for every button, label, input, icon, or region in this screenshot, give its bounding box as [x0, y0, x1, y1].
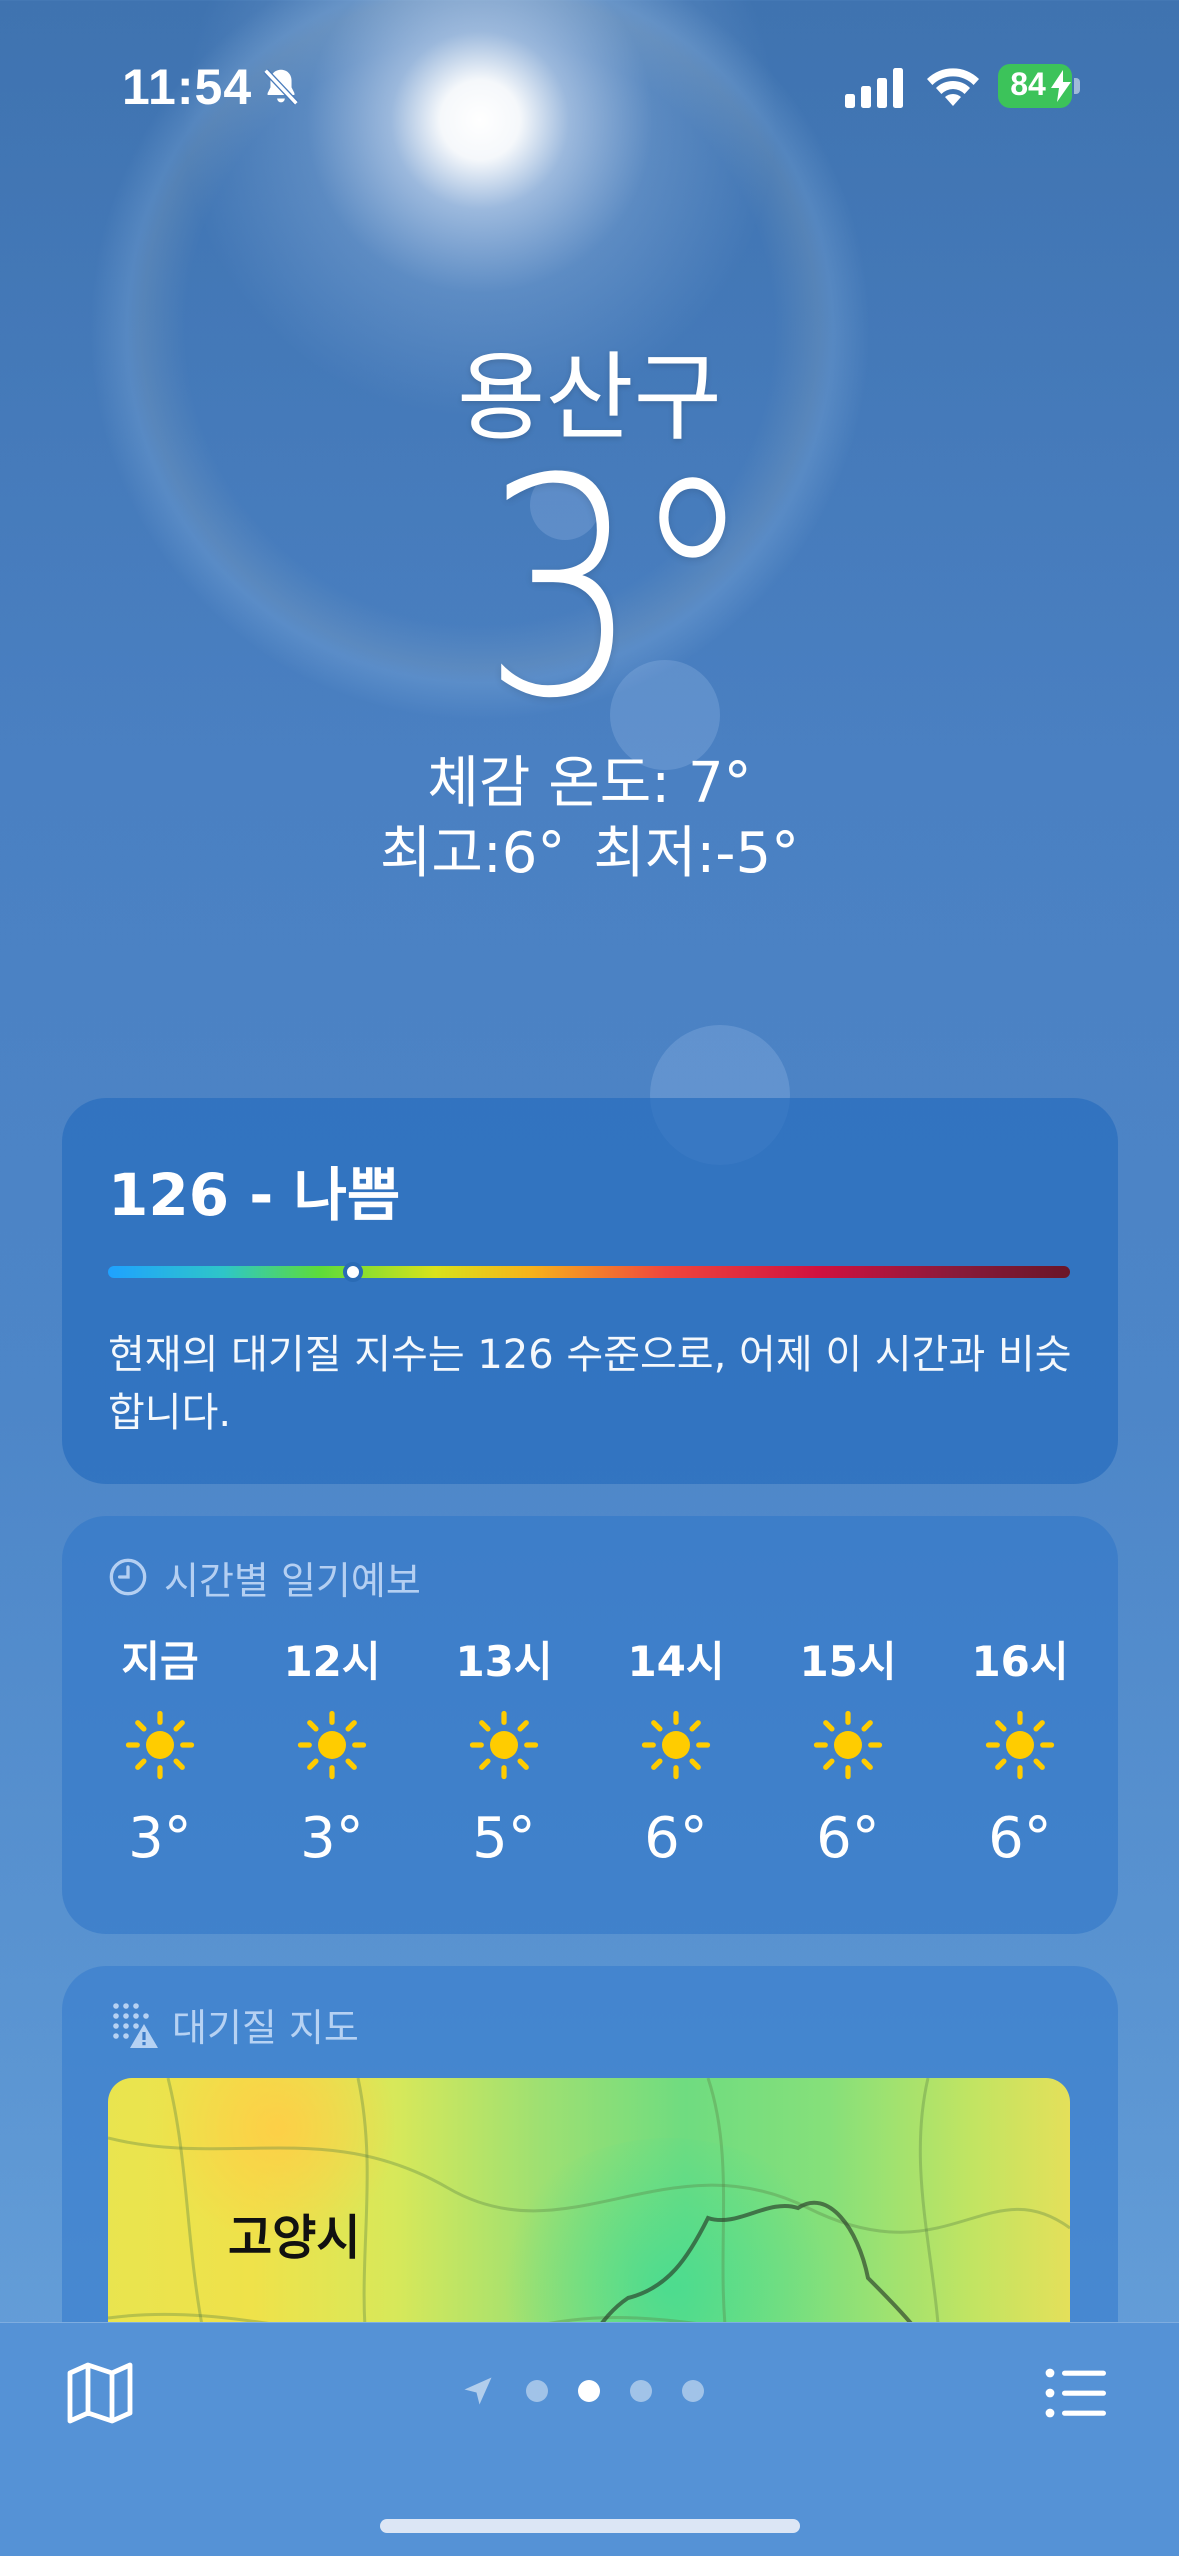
page-dot[interactable]	[578, 2380, 600, 2402]
hour-temp: 6°	[644, 1806, 708, 1871]
hourly-item: 16시 6°	[940, 1628, 1100, 1871]
hour-temp: 6°	[816, 1806, 880, 1871]
hourly-list[interactable]: 지금 3° 12시 3° 13시 5° 14시 6° 15시 6° 16시 6°	[80, 1628, 1100, 1871]
hour-label: 13시	[455, 1637, 553, 1686]
list-icon[interactable]	[1040, 2357, 1112, 2429]
hour-temp: 6°	[988, 1806, 1052, 1871]
hourly-item: 12시 3°	[252, 1628, 412, 1871]
sun-icon	[641, 1710, 711, 1780]
sun-icon	[813, 1710, 883, 1780]
hourly-item: 지금 3°	[80, 1628, 240, 1871]
page-dot[interactable]	[682, 2380, 704, 2402]
hourly-item: 14시 6°	[596, 1628, 756, 1871]
sun-icon	[469, 1710, 539, 1780]
wifi-icon	[927, 68, 979, 106]
map-icon[interactable]	[64, 2357, 136, 2429]
page-dot[interactable]	[526, 2380, 548, 2402]
air-quality-indicator	[343, 1262, 364, 1282]
hour-label: 14시	[627, 1637, 725, 1686]
status-bar: 11:54 84	[0, 58, 1179, 118]
hour-temp: 5°	[472, 1806, 536, 1871]
battery-level: 84	[1010, 66, 1046, 102]
hour-label: 16시	[971, 1637, 1069, 1686]
hour-label: 15시	[799, 1637, 897, 1686]
map-header: 대기질 지도	[108, 1998, 359, 2050]
hour-label: 12시	[283, 1637, 381, 1686]
map-header-label: 대기질 지도	[172, 2005, 359, 2050]
hourly-forecast-card[interactable]: 시간별 일기예보 지금 3° 12시 3° 13시 5° 14시 6° 15시 6° 16시 6°	[62, 1516, 1118, 1934]
feels-like: 체감 온도: 7°	[427, 751, 752, 816]
air-quality-title: 126 - 나쁨	[108, 1161, 401, 1229]
cellular-signal-icon	[845, 68, 903, 108]
hour-label: 지금	[121, 1637, 199, 1686]
hourly-header: 시간별 일기예보	[108, 1552, 421, 1603]
current-temperature: 3°	[482, 415, 754, 764]
hourly-item: 13시 5°	[424, 1628, 584, 1871]
high-low: 최고:6° 최저:-5°	[0, 808, 1179, 889]
battery-charging-icon: 84	[998, 64, 1082, 110]
hour-temp: 3°	[128, 1806, 192, 1871]
sun-icon	[985, 1710, 1055, 1780]
air-quality-scale	[108, 1262, 1070, 1282]
home-indicator	[380, 2519, 800, 2533]
sun-icon	[125, 1710, 195, 1780]
high-temp: 최고:6°	[379, 821, 566, 886]
hourly-header-label: 시간별 일기예보	[164, 1558, 421, 1603]
air-quality-warning-icon	[113, 2003, 158, 2048]
status-time: 11:54	[122, 59, 253, 115]
page-indicator[interactable]	[460, 2373, 704, 2409]
air-quality-card[interactable]: 126 - 나쁨 현재의 대기질 지수는 126 수준으로, 어제 이 시간과 …	[62, 1098, 1118, 1484]
map-city-label: 고양시	[228, 2210, 361, 2266]
page-dot[interactable]	[630, 2380, 652, 2402]
location-arrow-icon[interactable]	[460, 2373, 496, 2409]
hour-temp: 3°	[300, 1806, 364, 1871]
low-temp: 최저:-5°	[593, 821, 800, 886]
hourly-item: 15시 6°	[768, 1628, 928, 1871]
bell-slash-icon	[263, 68, 299, 106]
bottom-toolbar	[0, 2322, 1179, 2556]
air-quality-description: 현재의 대기질 지수는 126 수준으로, 어제 이 시간과 비슷합니다.	[108, 1332, 1072, 1436]
clock-icon	[109, 1558, 147, 1596]
charging-bolt-icon	[1051, 70, 1071, 102]
sun-icon	[297, 1710, 367, 1780]
